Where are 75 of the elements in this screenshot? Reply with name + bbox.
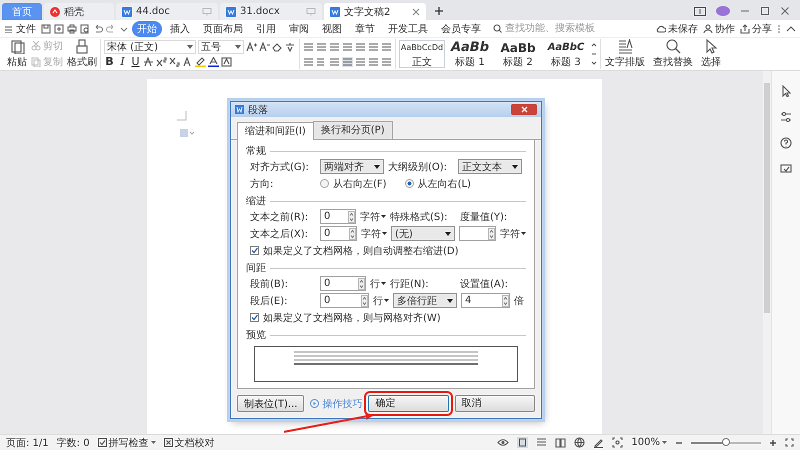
word-count: 字数: 0 bbox=[56, 436, 90, 450]
field-label: 度量值(Y): bbox=[460, 210, 508, 224]
unit-label: 倍 bbox=[514, 294, 524, 308]
dialog-button[interactable]: 取消 bbox=[454, 395, 536, 412]
font-size-dropdown[interactable]: 五号 bbox=[198, 40, 244, 54]
ribbon-tab[interactable]: 插入 bbox=[165, 20, 195, 36]
page-count: 页面: 1/1 bbox=[6, 436, 49, 450]
style-preset[interactable]: AaBbCcDd 正文 bbox=[399, 40, 445, 68]
font-name-dropdown[interactable]: 宋体 (正文) bbox=[104, 40, 196, 54]
unit-dropdown[interactable]: 字符 bbox=[500, 226, 526, 240]
spell-check-button[interactable]: 拼写检查 bbox=[98, 436, 156, 450]
document-tab[interactable]: 44.doc bbox=[116, 3, 218, 20]
ribbon-tab[interactable]: 引用 bbox=[251, 20, 281, 36]
tab-stops-button[interactable]: 制表位(T)... bbox=[237, 395, 304, 412]
ribbon-tool-button[interactable]: 文字排版 bbox=[601, 39, 649, 69]
dropdown[interactable]: 多倍行距 bbox=[393, 293, 457, 308]
field-label: 设置值(A): bbox=[460, 278, 510, 290]
field-label: 文本之后(X): bbox=[250, 228, 310, 240]
dialog-tab[interactable]: 缩进和间距(I) bbox=[237, 122, 314, 140]
toolbar-action[interactable]: 协作 bbox=[703, 22, 735, 36]
dropdown[interactable]: 两端对齐 bbox=[320, 159, 384, 174]
document-tab[interactable]: 31.docx bbox=[220, 3, 322, 20]
section-heading: 常规 bbox=[246, 144, 266, 158]
section-heading: 预览 bbox=[246, 329, 266, 342]
ribbon-tool-button[interactable]: 查找替换 bbox=[649, 39, 697, 69]
clipboard-button[interactable]: 粘贴 bbox=[7, 39, 27, 69]
number-field[interactable]: 0 bbox=[320, 276, 366, 291]
dropdown[interactable]: (无) bbox=[391, 226, 455, 241]
ribbon-tab[interactable]: 审阅 bbox=[284, 20, 314, 36]
radio-option[interactable]: 从右向左(F) bbox=[320, 176, 387, 190]
field-label: 行距(N): bbox=[390, 278, 430, 290]
toolbar-action[interactable]: 分享 bbox=[740, 22, 772, 36]
format-button[interactable]: U bbox=[130, 56, 141, 68]
file-menu-button[interactable]: 文件 bbox=[4, 22, 36, 36]
unit-dropdown[interactable]: 字符 bbox=[360, 210, 386, 224]
dialog-title: 段落 bbox=[248, 104, 268, 116]
field-label: 大纲级别(O): bbox=[388, 160, 448, 174]
section-heading: 缩进 bbox=[246, 194, 266, 208]
ribbon-tab[interactable]: 章节 bbox=[350, 20, 380, 36]
radio-option[interactable]: 从左向右(L) bbox=[404, 176, 471, 190]
field-label: 文本之前(R): bbox=[250, 210, 310, 224]
style-preset[interactable]: AaBb 标题 1 bbox=[447, 40, 493, 68]
section-heading: 间距 bbox=[246, 262, 266, 275]
unit-dropdown[interactable]: 行 bbox=[373, 294, 389, 308]
style-preset[interactable]: AaBb 标题 2 bbox=[495, 40, 541, 68]
format-button[interactable]: I bbox=[117, 56, 128, 68]
clipboard-button[interactable]: 格式刷 bbox=[67, 39, 97, 69]
ribbon-tab[interactable]: 开发工具 bbox=[383, 20, 433, 36]
search-field[interactable]: 查找功能、搜索模板 bbox=[493, 23, 601, 34]
checkbox-option[interactable]: 如果定义了文档网格，则自动调整右缩进(D) bbox=[250, 244, 459, 258]
number-field[interactable]: 4 bbox=[461, 293, 510, 308]
field-label: 方向: bbox=[250, 178, 274, 190]
toolbar-action[interactable]: 未保存 bbox=[656, 22, 698, 36]
unit-dropdown[interactable]: 行 bbox=[370, 276, 386, 290]
number-field[interactable]: 0 bbox=[320, 209, 356, 224]
dropdown[interactable]: 正文文本 bbox=[458, 159, 522, 174]
field-label: 对齐方式(G): bbox=[250, 160, 310, 174]
zoom-level-dropdown[interactable]: 100% bbox=[631, 437, 667, 448]
field-label: 段后(E): bbox=[250, 294, 288, 308]
unit-dropdown[interactable]: 字符 bbox=[361, 226, 387, 240]
document-tab[interactable]: 文字文稿2 bbox=[324, 3, 426, 20]
style-preset[interactable]: AaBbC 标题 3 bbox=[543, 40, 589, 68]
ribbon-tool-button[interactable]: 选择 bbox=[697, 39, 725, 69]
ribbon-tab[interactable]: 页面布局 bbox=[198, 20, 248, 36]
field-label: 段前(B): bbox=[250, 278, 290, 290]
document-tab[interactable]: 稻壳 bbox=[44, 3, 114, 20]
field-label: 特殊格式(S): bbox=[390, 210, 449, 224]
ribbon-tab[interactable]: 视图 bbox=[317, 20, 347, 36]
format-button[interactable]: B bbox=[104, 56, 115, 68]
checkbox-option[interactable]: 如果定义了文档网格，则与网格对齐(W) bbox=[250, 310, 441, 324]
number-field[interactable]: 0 bbox=[320, 293, 369, 308]
dialog-tab[interactable]: 换行和分页(P) bbox=[312, 121, 393, 139]
number-field[interactable]: 0 bbox=[320, 226, 357, 241]
proofread-button[interactable]: 文档校对 bbox=[164, 436, 215, 450]
ribbon-tab[interactable]: 会员专享 bbox=[436, 20, 486, 36]
